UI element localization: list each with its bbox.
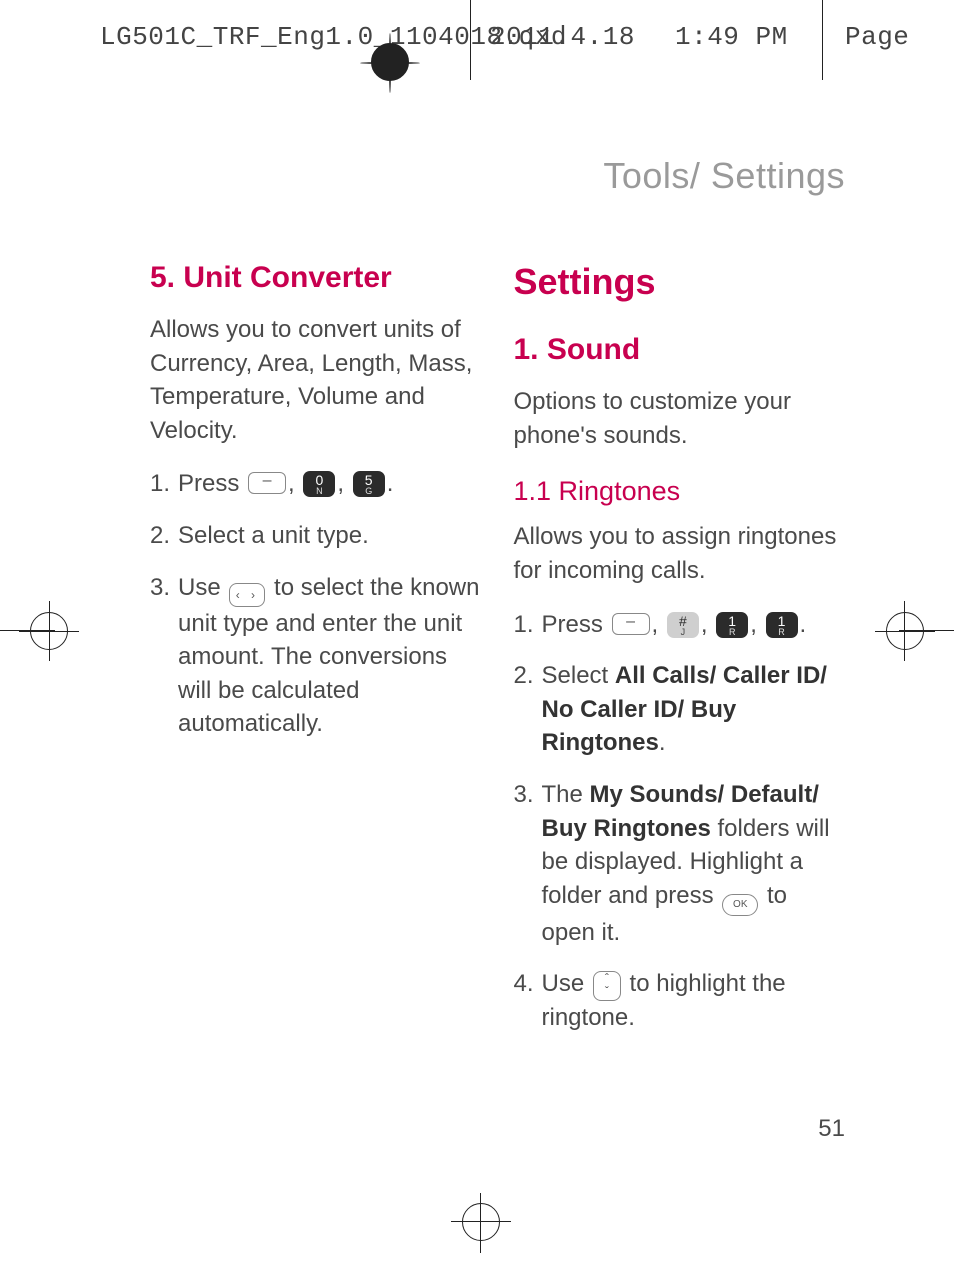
section-blurb: Options to customize your phone's sounds… (514, 385, 846, 452)
section-heading-sound: 1. Sound (514, 329, 846, 371)
crop-mark (360, 62, 420, 64)
step-item: Use to select the known unit type and en… (150, 571, 482, 741)
print-page-label: Page (845, 22, 909, 52)
page-content: Tools/ Settings 5. Unit Converter Allows… (150, 155, 845, 1053)
crop-mark (470, 0, 471, 80)
steps-list-right: Press , #J, 1R, 1R. Select All Calls/ Ca… (514, 608, 846, 1035)
step-item: Press , #J, 1R, 1R. (514, 608, 846, 642)
left-softkey-icon (612, 613, 650, 635)
print-date: 2011.4.18 (490, 22, 635, 52)
crop-mark (451, 1221, 511, 1222)
keypad-5-icon: 5G (353, 471, 385, 497)
crop-mark (480, 1193, 481, 1253)
nav-up-down-icon (593, 971, 621, 1001)
settings-heading: Settings (514, 257, 846, 307)
keypad-1-icon: 1R (716, 612, 748, 638)
ok-key-icon (722, 894, 758, 916)
crop-mark (875, 631, 935, 632)
step-item: Select a unit type. (150, 519, 482, 553)
step-item: Press , 0N, 5G. (150, 467, 482, 501)
subsection-blurb: Allows you to assign ringtones for incom… (514, 520, 846, 587)
left-softkey-icon (248, 472, 286, 494)
section-blurb: Allows you to convert units of Currency,… (150, 313, 482, 447)
step-item: Use to highlight the ringtone. (514, 967, 846, 1035)
right-column: Settings 1. Sound Options to customize y… (514, 257, 846, 1053)
keypad-0-icon: 0N (303, 471, 335, 497)
crop-mark (19, 631, 79, 632)
crop-mark (822, 0, 823, 80)
steps-list-left: Press , 0N, 5G. Select a unit type. Use … (150, 467, 482, 741)
section-heading-unit-converter: 5. Unit Converter (150, 257, 482, 299)
step-item: Select All Calls/ Caller ID/ No Caller I… (514, 659, 846, 760)
print-time: 1:49 PM (675, 22, 788, 52)
page-number: 51 (818, 1115, 845, 1143)
running-head: Tools/ Settings (150, 155, 845, 197)
left-column: 5. Unit Converter Allows you to convert … (150, 257, 482, 1053)
subsection-heading-ringtones: 1.1 Ringtones (514, 473, 846, 511)
keypad-hash-icon: #J (667, 612, 699, 638)
nav-left-right-icon (229, 583, 265, 607)
keypad-1-icon: 1R (766, 612, 798, 638)
crop-mark-icon (462, 1203, 500, 1241)
step-item: The My Sounds/ Default/ Buy Ringtones fo… (514, 778, 846, 949)
